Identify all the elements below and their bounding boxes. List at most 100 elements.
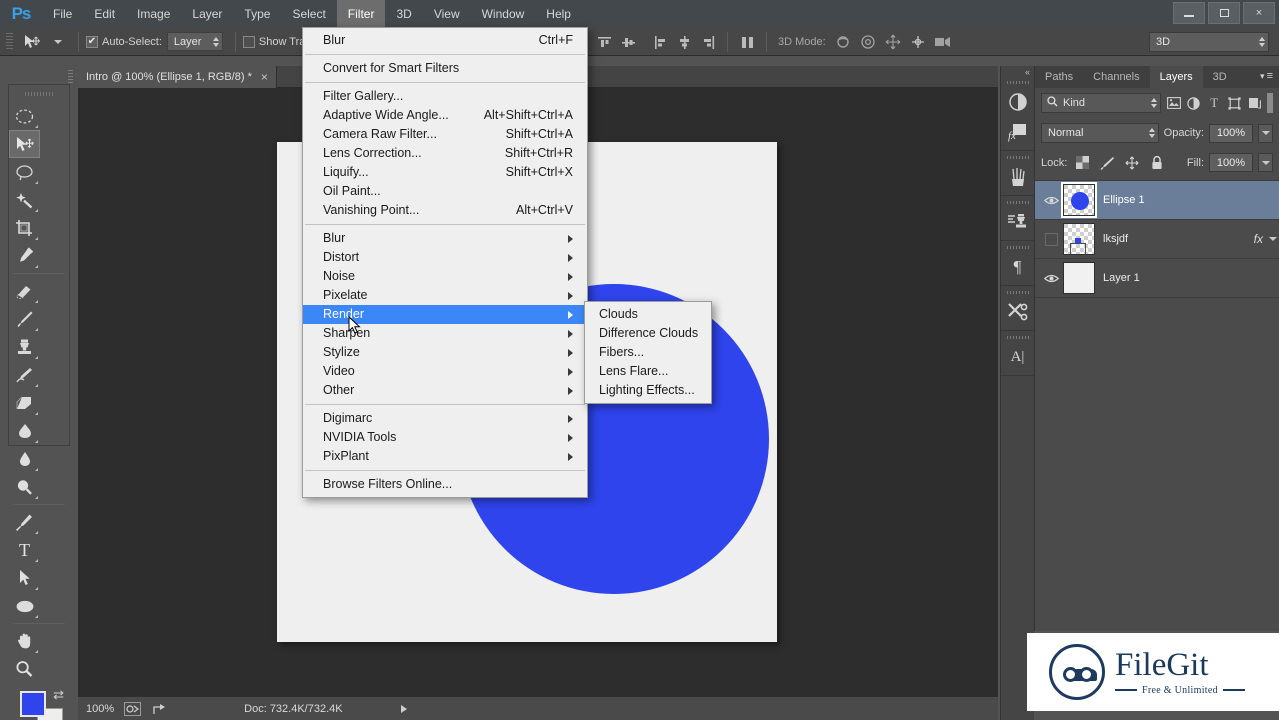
auto-select-checkbox[interactable]: ✔ [86,35,98,48]
menu-layer[interactable]: Layer [181,0,233,28]
lock-image-pixels-icon[interactable] [1097,154,1117,172]
workspace-3d-dropdown[interactable]: 3D [1149,32,1269,52]
tool-pen[interactable] [9,508,40,536]
tool-ellipse-shape[interactable] [9,592,40,620]
filter-menu-item-filter-gallery[interactable]: Filter Gallery... [303,87,587,106]
layer-name[interactable]: Ellipse 1 [1103,194,1279,206]
layer-effects-icon[interactable]: fx [1254,232,1263,246]
lock-position-icon[interactable] [1122,154,1142,172]
menu-filter[interactable]: Filter [336,0,386,28]
layer-thumbnail[interactable] [1063,223,1095,257]
menu-3d[interactable]: 3D [385,0,422,28]
tool-lasso[interactable] [9,158,40,186]
character-panel-icon[interactable]: A| [1001,342,1034,372]
show-transform-checkbox[interactable] [242,35,255,48]
tool-type[interactable]: T [9,536,40,564]
share-icon[interactable] [151,702,168,716]
expand-effects-icon[interactable] [1267,237,1279,241]
menu-view[interactable]: View [423,0,471,28]
filter-toggle-switch[interactable] [1267,93,1273,113]
adjustments-panel-icon[interactable] [1001,87,1034,117]
tool-zoom[interactable] [9,655,40,683]
tool-path-selection[interactable] [9,564,40,592]
lock-all-icon[interactable] [1147,154,1167,172]
close-document-icon[interactable]: × [261,70,268,84]
panel-tab-layers[interactable]: Layers [1149,66,1203,88]
blend-mode-dropdown[interactable]: Normal [1041,123,1159,143]
filter-menu-item-lens-correction[interactable]: Lens Correction... Shift+Ctrl+R [303,144,587,163]
layer-name[interactable]: lksjdf [1103,233,1254,245]
tool-hand[interactable] [9,627,40,655]
tool-crop[interactable] [9,214,40,242]
rail-grip[interactable] [1001,288,1034,297]
align-top-edges-icon[interactable] [592,31,616,53]
layer-visibility-eye-icon[interactable] [1039,195,1063,206]
tool-blur[interactable] [9,445,40,473]
foreground-color-swatch[interactable] [20,691,46,717]
menu-help[interactable]: Help [535,0,582,28]
options-bar-grip[interactable] [6,32,13,51]
panel-tab-channels[interactable]: Channels [1083,66,1149,88]
tool-elliptical-marquee[interactable] [9,102,40,130]
status-expand-icon[interactable] [400,704,407,713]
filter-menu-item-camera-raw-filter[interactable]: Camera Raw Filter... Shift+Ctrl+A [303,125,587,144]
panel-tab-paths[interactable]: Paths [1035,66,1083,88]
maximize-button[interactable] [1208,2,1240,24]
render-submenu[interactable]: Clouds Difference Clouds Fibers... Lens Fla… [584,301,712,404]
filter-menu-item-liquify[interactable]: Liquify... Shift+Ctrl+X [303,163,587,182]
filter-menu-item-pixelate[interactable]: Pixelate [303,286,587,305]
collapse-panels-icon[interactable]: « [1001,66,1034,78]
filter-menu-item-blur[interactable]: Blur Ctrl+F [303,31,587,50]
filter-menu-item-oil-paint[interactable]: Oil Paint... [303,182,587,201]
align-right-edges-icon[interactable] [696,31,720,53]
auto-select-target-dropdown[interactable]: Layer [166,32,223,51]
tool-clone-stamp[interactable] [9,333,40,361]
rail-grip[interactable] [1001,153,1034,162]
rail-grip[interactable] [1001,198,1034,207]
filter-menu-item-blur[interactable]: Blur [303,229,587,248]
rotate-3d-icon[interactable] [831,31,856,53]
filter-smart-objects-icon[interactable] [1247,93,1262,113]
clone-source-panel-icon[interactable] [1001,207,1034,237]
fill-slider-toggle[interactable] [1258,153,1273,172]
styles-panel-icon[interactable]: fx [1001,117,1034,147]
layer-name[interactable]: Layer 1 [1103,272,1279,284]
layer-row[interactable]: Ellipse 1 [1035,181,1279,220]
tool-spot-healing-brush[interactable] [9,277,40,305]
rail-grip[interactable] [1001,243,1034,252]
filter-shape-layers-icon[interactable] [1227,93,1242,113]
roll-3d-icon[interactable] [856,31,881,53]
tool-history-brush[interactable] [9,361,40,389]
minimize-button[interactable] [1173,2,1205,24]
preview-settings-icon[interactable] [124,701,142,716]
tool-magic-wand[interactable] [9,186,40,214]
filter-adjustment-layers-icon[interactable] [1186,93,1201,113]
tool-preset-dropdown[interactable] [45,31,71,53]
menu-window[interactable]: Window [471,0,536,28]
layer-row[interactable]: lksjdf fx [1035,220,1279,259]
tool-eraser[interactable] [9,389,40,417]
filter-menu-item-stylize[interactable]: Stylize [303,343,587,362]
filter-menu-item-distort[interactable]: Distort [303,248,587,267]
filter-menu-item-sharpen[interactable]: Sharpen [303,324,587,343]
menu-file[interactable]: File [42,0,83,28]
filter-menu-dropdown[interactable]: Blur Ctrl+F Convert for Smart Filters Filte… [302,27,588,498]
swap-colors-icon[interactable]: ⇄ [53,687,64,703]
fill-value[interactable]: 100% [1209,153,1253,172]
rail-grip[interactable] [1001,333,1034,342]
menu-image[interactable]: Image [126,0,181,28]
filter-type-layers-icon[interactable]: T [1207,93,1222,113]
filter-menu-item-browse-filters-online[interactable]: Browse Filters Online... [303,475,587,494]
align-vertical-centers-icon[interactable] [616,31,640,53]
tool-move[interactable] [9,130,40,158]
paragraph-panel-icon[interactable]: ¶ [1001,252,1034,282]
render-submenu-item-lens-flare[interactable]: Lens Flare... [585,362,711,381]
filter-menu-item-adaptive-wide-angle[interactable]: Adaptive Wide Angle... Alt+Shift+Ctrl+A [303,106,587,125]
render-submenu-item-fibers[interactable]: Fibers... [585,343,711,362]
rail-grip[interactable] [1001,78,1034,87]
layer-visibility-off-icon[interactable] [1039,233,1063,246]
filter-menu-item-render[interactable]: Render [303,305,587,324]
document-tab[interactable]: Intro @ 100% (Ellipse 1, RGB/8) * × [68,66,277,88]
lock-transparent-pixels-icon[interactable] [1072,154,1092,172]
filter-menu-item-video[interactable]: Video [303,362,587,381]
